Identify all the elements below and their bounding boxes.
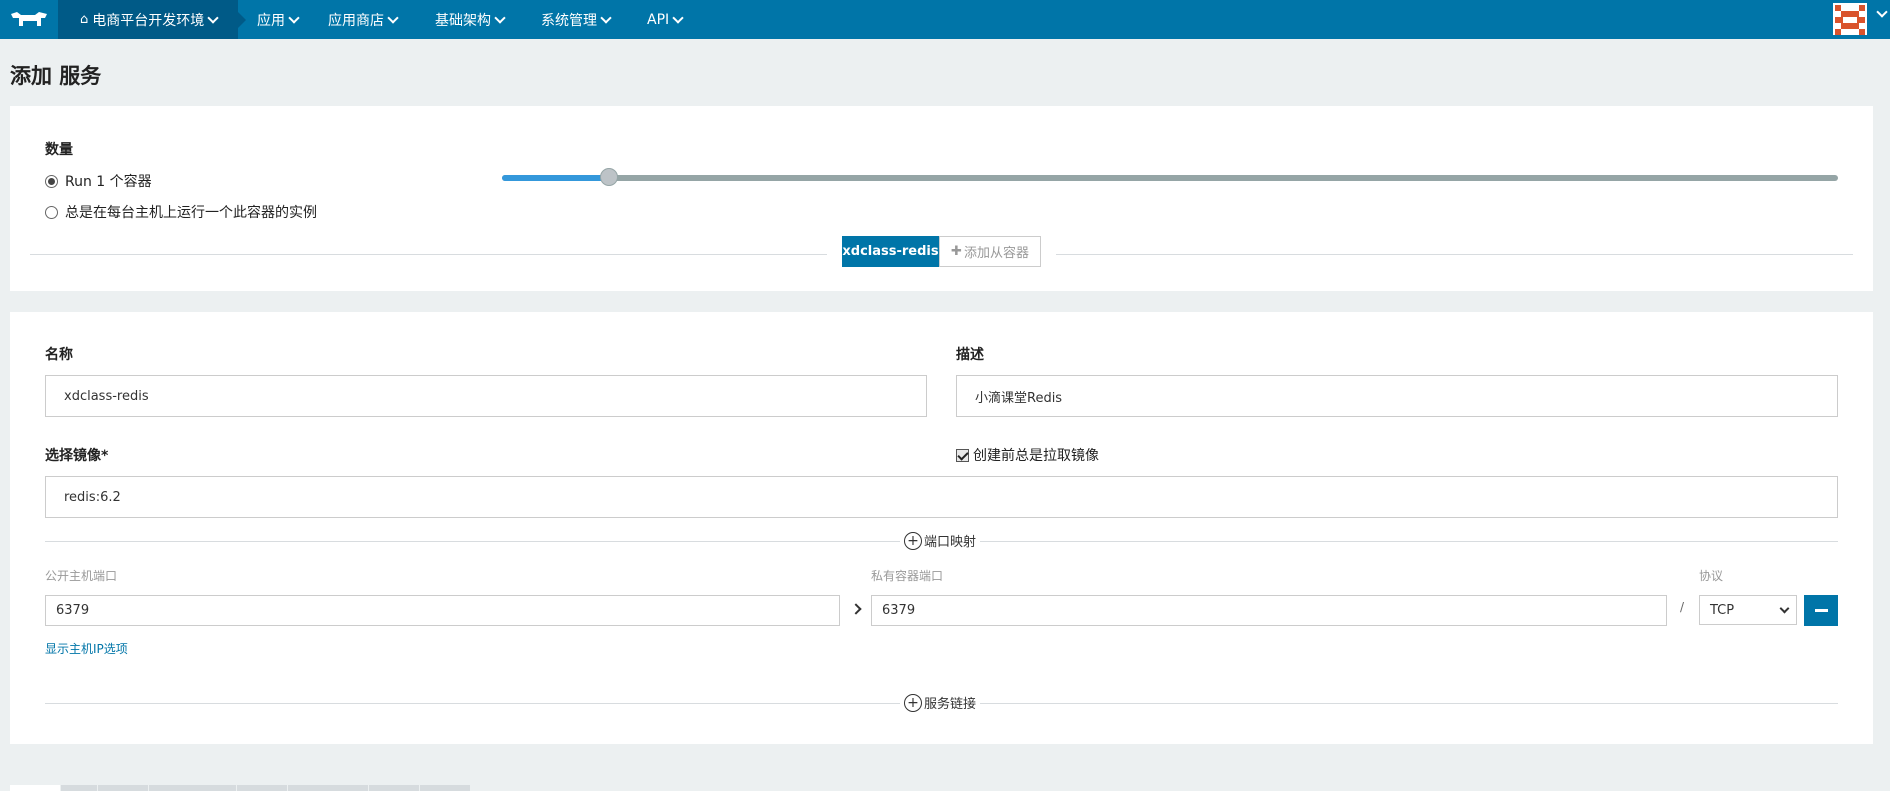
- description-label: 描述: [956, 347, 984, 363]
- nav-catalog-label: 应用商店: [328, 12, 384, 29]
- chevron-down-icon[interactable]: [1876, 6, 1888, 18]
- image-input[interactable]: redis:6.2: [45, 476, 1838, 518]
- chevron-down-icon: [672, 11, 684, 24]
- plus-icon: ✚: [951, 244, 962, 259]
- add-sidekick-button[interactable]: ✚ 添加从容器: [939, 236, 1041, 267]
- nav-admin-label: 系统管理: [541, 12, 597, 29]
- nav-admin[interactable]: 系统管理: [541, 0, 612, 39]
- public-port-input[interactable]: 6379: [45, 595, 840, 626]
- divider: [1056, 254, 1853, 255]
- port-map-toggle[interactable]: + 端口映射: [900, 531, 981, 550]
- nav-api-label: API: [647, 11, 670, 28]
- bottom-tab-strip: [10, 785, 471, 791]
- scale-slider[interactable]: [502, 175, 1838, 181]
- nav-infrastructure[interactable]: 基础架构: [435, 0, 506, 39]
- description-input[interactable]: 小滴课堂Redis: [956, 375, 1838, 417]
- scale-slider-fill: [502, 175, 609, 181]
- protocol-value: TCP: [1710, 602, 1735, 618]
- run-count-option[interactable]: Run 1 个容器: [45, 171, 152, 191]
- chevron-down-icon: [387, 11, 399, 24]
- port-separator: /: [1680, 600, 1685, 614]
- rancher-logo[interactable]: [0, 0, 58, 39]
- image-label: 选择镜像*: [45, 448, 109, 464]
- nav-apps[interactable]: 应用: [257, 0, 300, 39]
- nav-api[interactable]: API: [647, 0, 684, 39]
- minus-icon: [1814, 609, 1828, 612]
- bottom-tab[interactable]: [369, 785, 419, 791]
- add-circle-icon: +: [904, 693, 922, 712]
- radio-selected[interactable]: [45, 174, 58, 188]
- chevron-down-icon: [288, 11, 300, 24]
- top-nav: ⌂ 电商平台开发环境 应用 应用商店 基础架构 系统管理 API: [0, 0, 1890, 39]
- name-input[interactable]: xdclass-redis: [45, 375, 927, 417]
- nav-infrastructure-label: 基础架构: [435, 12, 491, 29]
- always-pull-checkbox[interactable]: [956, 448, 969, 462]
- chevron-down-icon: [207, 11, 219, 24]
- chevron-down-icon: [600, 11, 612, 24]
- home-icon: ⌂: [80, 12, 89, 27]
- private-port-input[interactable]: 6379: [871, 595, 1667, 626]
- nav-apps-label: 应用: [257, 12, 285, 29]
- global-option[interactable]: 总是在每台主机上运行一个此容器的实例: [45, 202, 317, 222]
- user-avatar[interactable]: [1833, 3, 1867, 35]
- remove-port-button[interactable]: [1804, 595, 1838, 626]
- page-title: 添加 服务: [10, 64, 102, 88]
- divider: [30, 254, 827, 255]
- bottom-tab[interactable]: [288, 785, 368, 791]
- private-port-label: 私有容器端口: [871, 569, 944, 583]
- global-option-label: 总是在每台主机上运行一个此容器的实例: [65, 205, 317, 221]
- bottom-tab[interactable]: [98, 785, 148, 791]
- chevron-down-icon: [1779, 603, 1790, 613]
- radio-unselected[interactable]: [45, 205, 58, 219]
- name-label: 名称: [45, 347, 73, 363]
- bottom-tab[interactable]: [149, 785, 236, 791]
- public-port-label: 公开主机端口: [45, 569, 118, 583]
- bottom-tab[interactable]: [237, 785, 287, 791]
- service-links-label: 服务链接: [924, 697, 977, 712]
- show-host-ip-link[interactable]: 显示主机IP选项: [45, 640, 128, 657]
- port-map-label: 端口映射: [924, 535, 977, 550]
- always-pull-label: 创建前总是拉取镜像: [973, 448, 1099, 464]
- nav-catalog[interactable]: 应用商店: [328, 0, 399, 39]
- bottom-tab[interactable]: [10, 785, 60, 791]
- container-tab-xdclass-redis[interactable]: xdclass-redis: [842, 236, 939, 267]
- add-circle-icon: +: [904, 531, 922, 550]
- protocol-label: 协议: [1699, 569, 1724, 583]
- environment-switcher[interactable]: ⌂ 电商平台开发环境: [58, 0, 246, 39]
- scale-slider-handle[interactable]: [600, 168, 618, 186]
- chevron-down-icon: [494, 11, 506, 24]
- bottom-tab[interactable]: [420, 785, 470, 791]
- environment-name: 电商平台开发环境: [92, 12, 205, 29]
- add-sidekick-label: 添加从容器: [963, 246, 1029, 261]
- service-links-toggle[interactable]: + 服务链接: [900, 693, 981, 712]
- always-pull-checkbox-row[interactable]: 创建前总是拉取镜像: [956, 445, 1099, 465]
- bottom-tab[interactable]: [61, 785, 97, 791]
- protocol-select[interactable]: TCP: [1699, 595, 1797, 625]
- run-count-label: Run 1 个容器: [65, 174, 152, 190]
- scale-label: 数量: [45, 142, 73, 158]
